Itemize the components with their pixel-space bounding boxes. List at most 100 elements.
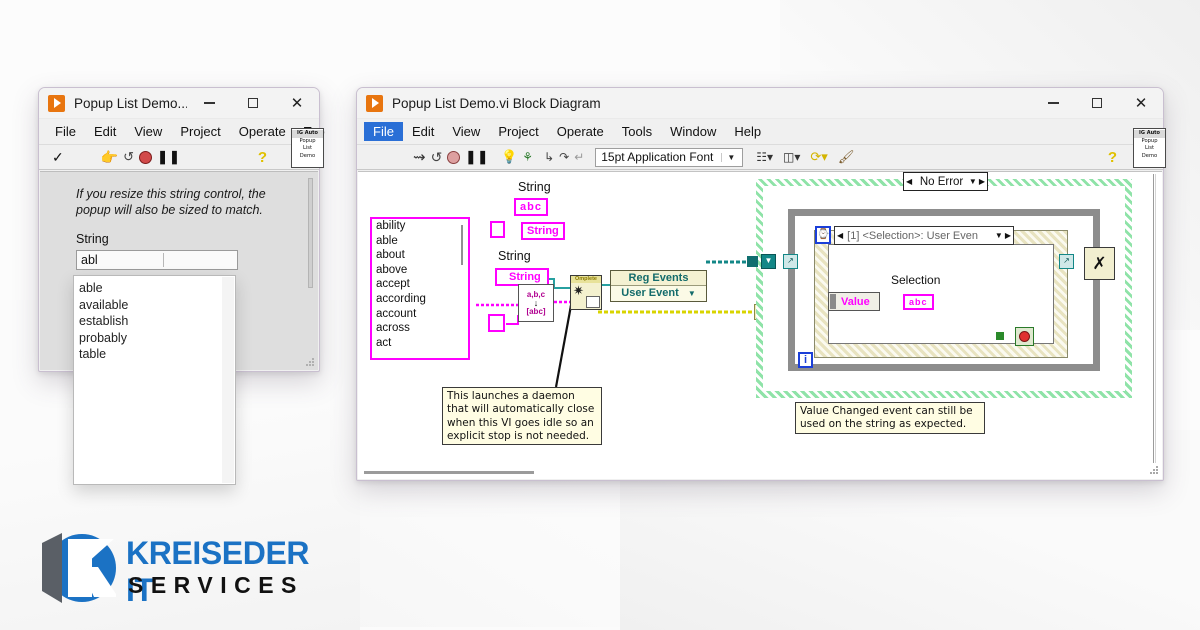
run-arrow-check-icon[interactable]: ✓ [52, 149, 64, 166]
front-panel-titlebar[interactable]: Popup List Demo... ✕ [39, 88, 319, 119]
error-selector-ring[interactable]: ◀ No Error ▼ ▶ [903, 172, 988, 191]
chevron-down-icon[interactable]: ▼ [688, 289, 696, 298]
front-panel-title: Popup List Demo... [74, 95, 187, 111]
menu-operate[interactable]: Operate [548, 122, 613, 141]
step-out-icon[interactable]: ↵ [574, 150, 584, 164]
help-question-icon[interactable]: ? [1108, 149, 1117, 166]
launch-popup-daemon-node[interactable]: Omplete ✷ [570, 275, 602, 310]
reorder-icon[interactable]: ⟳▾ [810, 149, 827, 165]
front-panel-window-buttons[interactable]: ✕ [187, 88, 319, 119]
front-panel-resize-grip[interactable] [306, 358, 315, 367]
left-arrow-icon[interactable]: ◀ [835, 231, 845, 240]
block-diagram-canvas[interactable]: ability able about above accept accordin… [358, 171, 1162, 479]
menu-tools[interactable]: Tools [613, 122, 661, 141]
front-panel-toolbar[interactable]: ✓ 👉 ↺ ❚❚ ? [39, 144, 319, 170]
abort-execution-icon[interactable] [139, 150, 153, 164]
popup-items[interactable]: able available establish probably table [74, 276, 235, 363]
array-to-string-node[interactable]: a,b,c ↓ [abc] [518, 284, 554, 322]
menu-file[interactable]: File [46, 122, 85, 141]
tunnel-left-down[interactable]: ▼ [761, 254, 776, 269]
minimize-button[interactable] [1031, 88, 1075, 119]
menu-edit[interactable]: Edit [403, 122, 443, 141]
string-reference-terminal[interactable] [490, 221, 505, 238]
block-diagram-hscrollbar[interactable] [360, 471, 1144, 476]
list-item[interactable]: able [79, 280, 235, 297]
block-diagram-window[interactable]: Popup List Demo.vi Block Diagram ✕ File … [356, 87, 1166, 481]
tunnel-left-in[interactable]: ↗ [783, 254, 798, 269]
step-over-icon[interactable]: ↷ [559, 150, 569, 164]
highlight-execution-icon[interactable]: 💡 [501, 149, 517, 165]
align-objects-icon[interactable]: ☷▾ [756, 150, 773, 164]
event-case-selector[interactable]: ◀ [1] <Selection>: User Even ▼ ▶ [834, 226, 1014, 245]
array-item: ability [376, 220, 406, 232]
menu-help[interactable]: Help [725, 122, 770, 141]
chevron-down-icon[interactable]: ▼ [969, 177, 977, 186]
chevron-down-icon[interactable]: ▼ [721, 152, 740, 162]
string-input[interactable]: abl [76, 250, 238, 270]
array-scrollbar[interactable] [459, 221, 466, 356]
run-arrow-icon[interactable]: ⇝ [413, 148, 426, 166]
help-question-icon[interactable]: ? [258, 149, 267, 166]
run-continuously-icon[interactable]: ↺ [123, 149, 134, 165]
menu-operate[interactable]: Operate [230, 122, 295, 141]
selection-indicator[interactable]: abc [903, 292, 934, 310]
loop-index-terminal[interactable]: i [798, 352, 813, 368]
array-index-terminal[interactable] [488, 314, 505, 332]
block-diagram-vi-badge: IG Auto Popup List Demo [1133, 128, 1166, 168]
list-item[interactable]: table [79, 346, 235, 363]
stop-button-terminal[interactable] [1015, 327, 1034, 346]
menu-view[interactable]: View [443, 122, 489, 141]
string-label-top: String [518, 180, 551, 194]
run-continuously-icon[interactable]: ↺ [431, 149, 443, 166]
menu-edit[interactable]: Edit [85, 122, 125, 141]
step-into-icon[interactable]: ↳ [544, 150, 554, 164]
close-button[interactable]: ✕ [1119, 88, 1163, 119]
block-diagram-menubar[interactable]: File Edit View Project Operate Tools Win… [357, 119, 1163, 144]
menu-file[interactable]: File [364, 122, 403, 141]
clean-up-diagram-icon[interactable]: 🖌 [838, 149, 855, 165]
menu-view[interactable]: View [125, 122, 171, 141]
font-selector-value: 15pt Application Font [601, 150, 714, 164]
property-node-string[interactable]: String [521, 221, 565, 240]
register-events-node[interactable]: Reg Events User Event ▼ [610, 270, 707, 302]
chevron-down-icon[interactable]: ▼ [995, 231, 1003, 240]
block-diagram-titlebar[interactable]: Popup List Demo.vi Block Diagram ✕ [357, 88, 1163, 119]
block-diagram-resize-grip[interactable] [1149, 466, 1159, 476]
block-diagram-surface[interactable]: ability able about above accept accordin… [358, 172, 1148, 465]
list-item[interactable]: establish [79, 313, 235, 330]
maximize-button[interactable] [231, 88, 275, 119]
font-selector[interactable]: 15pt Application Font ▼ [595, 147, 744, 167]
abort-execution-icon[interactable] [447, 150, 461, 164]
list-item[interactable]: available [79, 297, 235, 314]
string-constant-abc[interactable]: abc [514, 197, 548, 216]
block-diagram-window-buttons[interactable]: ✕ [1031, 88, 1163, 119]
list-item[interactable]: probably [79, 330, 235, 347]
string-array-constant[interactable]: ability able about above accept accordin… [370, 217, 470, 360]
block-diagram-toolbar[interactable]: ⇝ ↺ ❚❚ 💡 ⚘ ↳ ↷ ↵ 15pt Application Font ▼… [357, 144, 1163, 170]
left-arrow-icon[interactable]: ◀ [904, 177, 914, 186]
run-arrow-icon[interactable]: 👉 [101, 149, 118, 166]
block-diagram-vscrollbar[interactable] [1150, 174, 1160, 463]
distribute-objects-icon[interactable]: ◫▾ [783, 150, 800, 164]
maximize-button[interactable] [1075, 88, 1119, 119]
front-panel-vscrollbar[interactable] [307, 178, 314, 354]
minimize-button[interactable] [187, 88, 231, 119]
right-arrow-icon[interactable]: ▶ [1003, 231, 1013, 240]
pause-icon[interactable]: ❚❚ [465, 149, 489, 165]
menu-window[interactable]: Window [661, 122, 725, 141]
event-data-node-value[interactable]: Value [828, 292, 880, 311]
retain-wire-values-icon[interactable]: ⚘ [522, 150, 533, 164]
pause-icon[interactable]: ❚❚ [157, 149, 181, 165]
timeout-terminal-icon[interactable]: ⌚ [815, 226, 831, 244]
menu-project[interactable]: Project [489, 122, 547, 141]
control-reference-node[interactable]: String [495, 267, 549, 286]
close-button[interactable]: ✕ [275, 88, 319, 119]
right-arrow-icon[interactable]: ▶ [977, 177, 987, 186]
reg-events-event-row[interactable]: User Event ▼ [611, 285, 706, 301]
front-panel-menubar[interactable]: File Edit View Project Operate Too [39, 119, 325, 144]
menu-project[interactable]: Project [171, 122, 229, 141]
unregister-events-node[interactable]: ✗ [1084, 247, 1115, 280]
popup-suggestion-list[interactable]: able available establish probably table [73, 275, 236, 485]
popup-scrollbar[interactable] [222, 277, 234, 483]
tunnel-right-out[interactable]: ↗ [1059, 254, 1074, 269]
